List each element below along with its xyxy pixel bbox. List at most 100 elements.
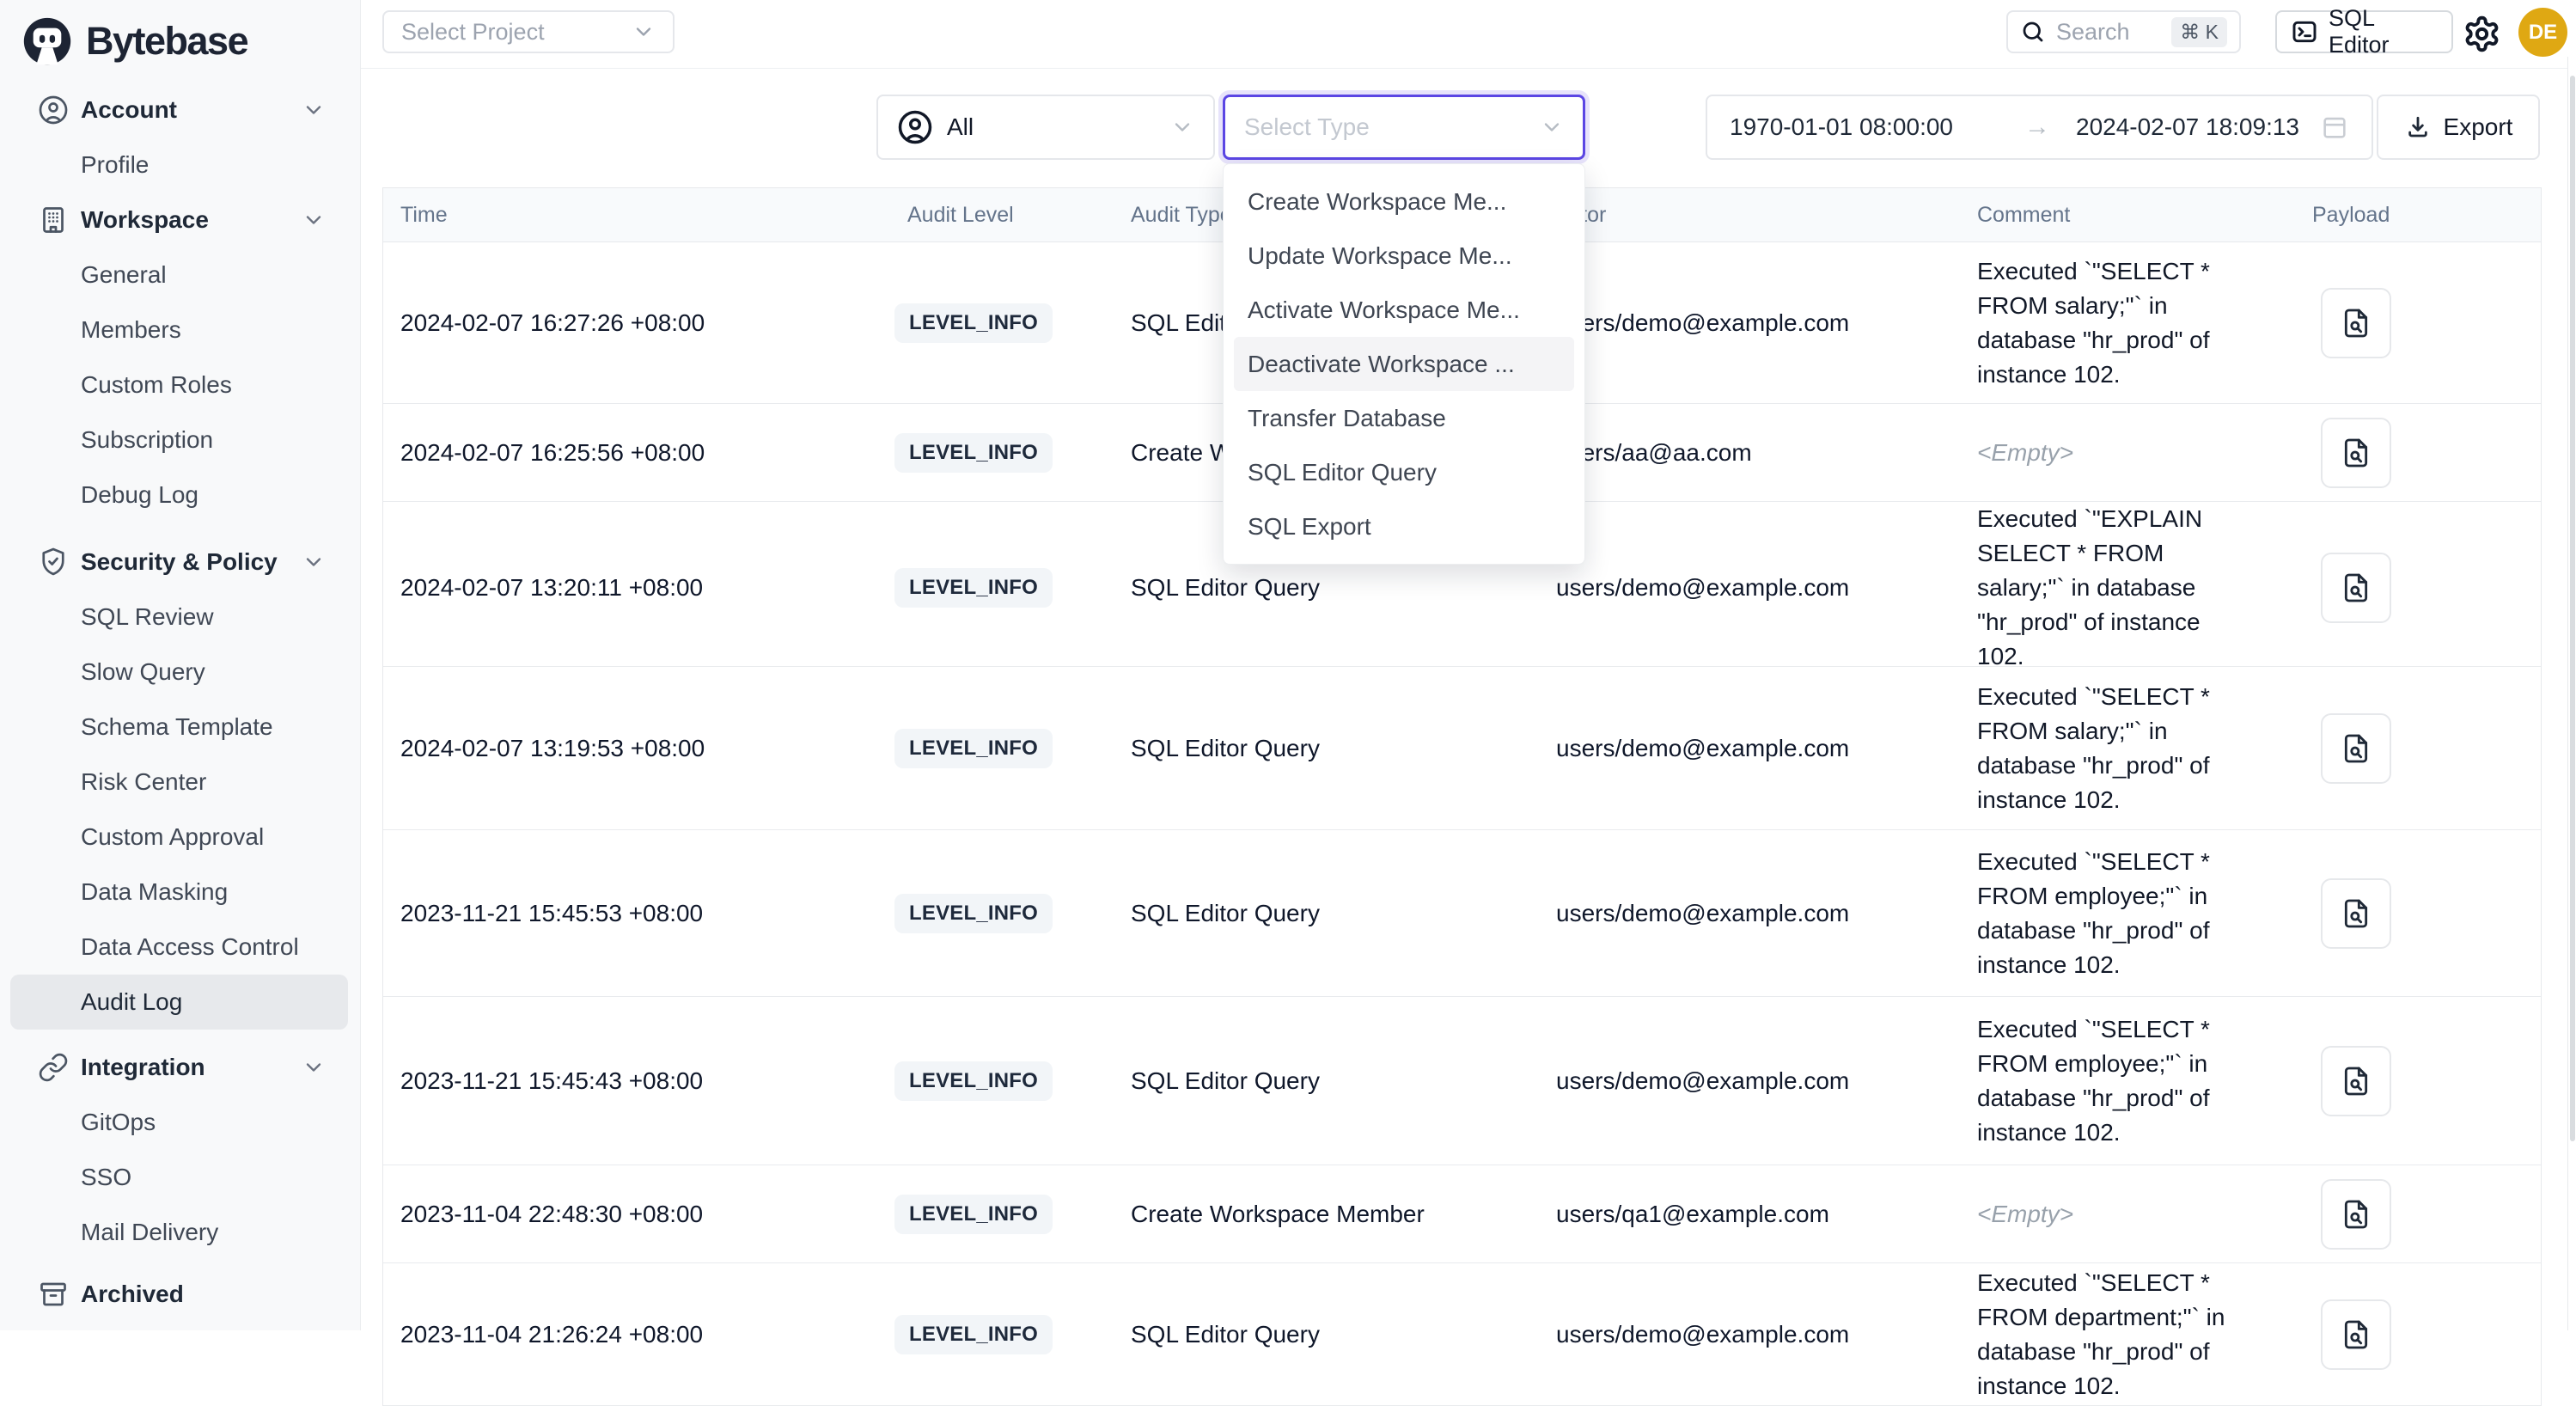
sidebar-item-debug-log[interactable]: Debug Log [0,468,360,523]
cell-comment: <Empty> [1977,1197,2245,1232]
cell-actor: users/aa@aa.com [1539,439,1960,467]
chevron-down-icon [632,20,656,44]
sidebar-item-custom-roles[interactable]: Custom Roles [0,358,360,413]
search-input[interactable]: Search ⌘ K [2006,10,2241,53]
type-dropdown-menu: Create Workspace Me... Update Workspace … [1223,163,1585,565]
sidebar-group-workspace[interactable]: Workspace [0,193,360,248]
export-button[interactable]: Export [2377,95,2540,160]
audit-level-badge: LEVEL_INFO [894,1195,1053,1234]
cell-comment: Executed `"SELECT * FROM employee;"` in … [1977,1012,2245,1150]
dropdown-option[interactable]: Transfer Database [1224,391,1584,445]
cell-audit-type: SQL Editor Query [1114,1067,1539,1095]
sidebar-item-archived[interactable]: Archived [0,1267,360,1322]
audit-level-badge: LEVEL_INFO [894,1061,1053,1101]
calendar-icon [2320,113,2349,142]
sidebar-item-schema-template[interactable]: Schema Template [0,700,360,755]
sql-editor-button[interactable]: SQL Editor [2275,10,2453,53]
type-filter-placeholder: Select Type [1244,113,1370,141]
gear-icon[interactable] [2463,15,2501,53]
cell-comment: Executed `"SELECT * FROM employee;"` in … [1977,845,2245,982]
chevron-down-icon [302,1055,326,1079]
cell-audit-type: Create Workspace Member [1114,1201,1539,1228]
col-time: Time [383,203,877,228]
sidebar-group-security-policy[interactable]: Security & Policy [0,535,360,590]
project-select-placeholder: Select Project [401,19,545,46]
type-filter-select[interactable]: Select Type [1223,95,1585,160]
audit-level-badge: LEVEL_INFO [894,1315,1053,1354]
sidebar-item-members[interactable]: Members [0,303,360,358]
payload-view-button[interactable] [2321,288,2391,358]
col-audit-level: Audit Level [877,203,1114,228]
sidebar-item-sso[interactable]: SSO [0,1150,360,1205]
payload-view-button[interactable] [2321,553,2391,623]
dropdown-option[interactable]: Update Workspace Me... [1224,229,1584,283]
scrollbar[interactable] [2567,57,2576,1330]
dropdown-option[interactable]: SQL Export [1224,499,1584,553]
payload-view-button[interactable] [2321,1046,2391,1116]
chevron-down-icon [1540,115,1564,139]
sidebar-item-mail-delivery[interactable]: Mail Delivery [0,1205,360,1260]
chevron-down-icon [302,98,326,122]
payload-view-button[interactable] [2321,1299,2391,1370]
cell-time: 2023-11-21 15:45:53 +08:00 [383,900,877,927]
download-icon [2404,113,2432,141]
sidebar-item-audit-log[interactable]: Audit Log [10,975,348,1030]
payload-view-button[interactable] [2321,418,2391,488]
sidebar-item-subscription[interactable]: Subscription [0,413,360,468]
sidebar-item-slow-query[interactable]: Slow Query [0,645,360,700]
scrollbar-thumb[interactable] [2570,76,2575,1141]
sidebar: Bytebase Account Profile Workspace Gener… [0,0,361,1330]
audit-level-badge: LEVEL_INFO [894,894,1053,933]
cell-audit-type: SQL Editor Query [1114,735,1539,762]
dropdown-option-highlighted[interactable]: Deactivate Workspace ... [1234,337,1574,391]
audit-level-badge: LEVEL_INFO [894,729,1053,768]
actor-filter-select[interactable]: All [876,95,1215,160]
search-shortcut-badge: ⌘ K [2171,17,2227,47]
cell-actor: users/demo@example.com [1539,1067,1960,1095]
date-start-value: 1970-01-01 08:00:00 [1730,113,1953,141]
building-icon [38,205,69,235]
brand-logo[interactable]: Bytebase [0,0,360,83]
brand-name: Bytebase [86,19,247,64]
payload-view-button[interactable] [2321,713,2391,784]
sql-editor-label: SQL Editor [2329,5,2438,58]
bytebase-logo-icon [22,16,72,66]
cell-audit-type: SQL Editor Query [1114,574,1539,602]
sidebar-item-data-masking[interactable]: Data Masking [0,865,360,920]
cell-comment: Executed `"SELECT * FROM department;"` i… [1977,1266,2245,1403]
actor-filter-value: All [947,113,974,141]
sidebar-item-sql-review[interactable]: SQL Review [0,590,360,645]
search-placeholder: Search [2056,19,2161,46]
cell-audit-type: SQL Editor Query [1114,1321,1539,1348]
dropdown-option[interactable]: Activate Workspace Me... [1224,283,1584,337]
chevron-down-icon [1170,115,1194,139]
sidebar-group-integration[interactable]: Integration [0,1040,360,1095]
cell-actor: users/demo@example.com [1539,309,1960,337]
sidebar-item-risk-center[interactable]: Risk Center [0,755,360,810]
cell-actor: users/demo@example.com [1539,900,1960,927]
date-range-picker[interactable]: 1970-01-01 08:00:00 → 2024-02-07 18:09:1… [1706,95,2373,160]
shield-check-icon [38,547,69,578]
sidebar-item-custom-approval[interactable]: Custom Approval [0,810,360,865]
chevron-down-icon [302,550,326,574]
audit-level-badge: LEVEL_INFO [894,303,1053,343]
payload-view-button[interactable] [2321,1179,2391,1250]
sidebar-item-data-access-control[interactable]: Data Access Control [0,920,360,975]
sidebar-item-profile[interactable]: Profile [0,138,360,193]
sidebar-group-account[interactable]: Account [0,83,360,138]
payload-view-button[interactable] [2321,878,2391,949]
dropdown-option[interactable]: Create Workspace Me... [1224,174,1584,229]
audit-level-badge: LEVEL_INFO [894,568,1053,608]
cell-time: 2024-02-07 13:20:11 +08:00 [383,574,877,602]
user-circle-icon [38,95,69,125]
cell-time: 2023-11-04 21:26:24 +08:00 [383,1321,877,1348]
dropdown-option[interactable]: SQL Editor Query [1224,445,1584,499]
link-icon [38,1052,69,1083]
col-payload: Payload [2295,203,2541,228]
avatar[interactable]: DE [2518,8,2567,57]
project-select[interactable]: Select Project [382,10,675,53]
sidebar-item-gitops[interactable]: GitOps [0,1095,360,1150]
avatar-initials: DE [2529,21,2557,45]
sidebar-item-general[interactable]: General [0,248,360,303]
chevron-down-icon [302,208,326,232]
